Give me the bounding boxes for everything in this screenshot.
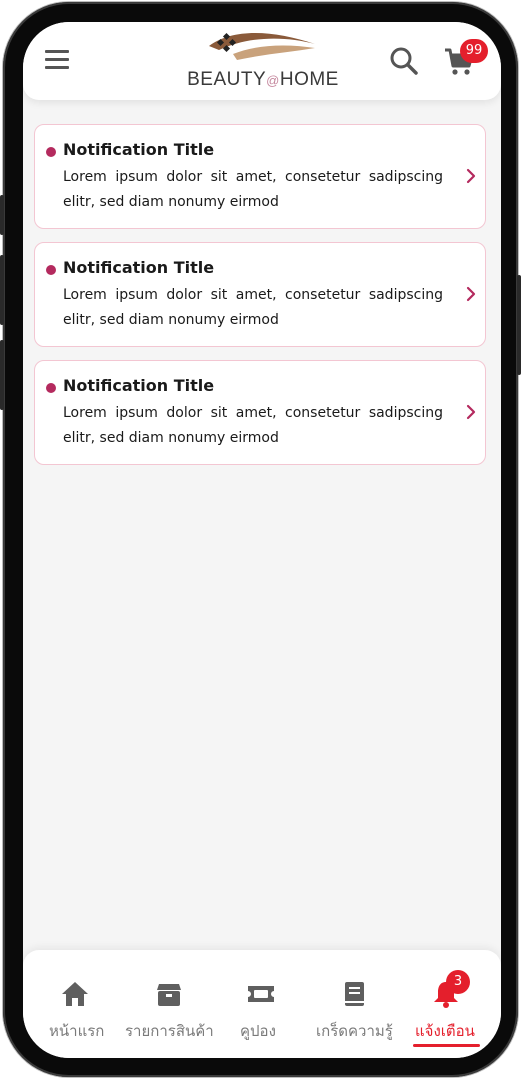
brand-wordmark: BEAUTY@HOME xyxy=(187,69,339,90)
phone-side-button xyxy=(0,195,4,235)
phone-side-button xyxy=(0,340,4,410)
notification-body: Lorem ipsum dolor sit amet, consetetur s… xyxy=(63,405,443,446)
cart-count-badge: 99 xyxy=(460,39,488,63)
book-icon xyxy=(345,982,364,1006)
notification-title: Notification Title xyxy=(63,140,215,159)
notification-list: Notification Title Lorem ipsum dolor sit… xyxy=(34,124,486,478)
ticket-icon xyxy=(248,986,274,1002)
chevron-right-icon xyxy=(466,168,476,184)
search-icon[interactable] xyxy=(389,46,419,76)
hamburger-menu-icon[interactable] xyxy=(45,50,69,70)
bottom-tab-bar: หน้าแรก รายการสินค้า คูปอง เกร็ดความรู้ … xyxy=(23,950,501,1058)
tab-notifications[interactable]: แจ้งเตือน xyxy=(403,950,501,1058)
notification-card[interactable]: Notification Title Lorem ipsum dolor sit… xyxy=(34,242,486,347)
notification-card[interactable]: Notification Title Lorem ipsum dolor sit… xyxy=(34,124,486,229)
tab-label: คูปอง xyxy=(240,1022,276,1040)
tab-label: เกร็ดความรู้ xyxy=(316,1022,393,1040)
tab-label: หน้าแรก xyxy=(49,1022,105,1040)
notification-body: Lorem ipsum dolor sit amet, consetetur s… xyxy=(63,287,443,328)
unread-dot xyxy=(46,265,56,275)
phone-side-button xyxy=(0,255,4,325)
chevron-right-icon xyxy=(466,286,476,302)
tab-label: แจ้งเตือน xyxy=(415,1022,475,1040)
app-screen: BEAUTY@HOME 99 Notification Title Lorem … xyxy=(23,22,501,1058)
notification-title: Notification Title xyxy=(63,376,215,395)
tab-products[interactable]: รายการสินค้า xyxy=(123,950,223,1058)
tab-knowledge[interactable]: เกร็ดความรู้ xyxy=(303,950,403,1058)
swoosh-icon xyxy=(209,32,315,60)
notification-title: Notification Title xyxy=(63,258,215,277)
tab-coupons[interactable]: คูปอง xyxy=(223,950,303,1058)
unread-dot xyxy=(46,147,56,157)
notification-card[interactable]: Notification Title Lorem ipsum dolor sit… xyxy=(34,360,486,465)
tab-label: รายการสินค้า xyxy=(125,1022,214,1040)
home-icon xyxy=(62,982,88,1006)
chevron-right-icon xyxy=(466,404,476,420)
active-tab-indicator xyxy=(413,1044,480,1047)
phone-side-button xyxy=(517,275,521,375)
app-header: BEAUTY@HOME 99 xyxy=(23,22,501,100)
notification-count-badge: 3 xyxy=(446,970,470,994)
tab-home[interactable]: หน้าแรก xyxy=(23,950,123,1058)
notification-body: Lorem ipsum dolor sit amet, consetetur s… xyxy=(63,169,443,210)
unread-dot xyxy=(46,383,56,393)
brand-logo[interactable]: BEAUTY@HOME xyxy=(178,30,348,94)
box-icon xyxy=(157,984,181,1006)
